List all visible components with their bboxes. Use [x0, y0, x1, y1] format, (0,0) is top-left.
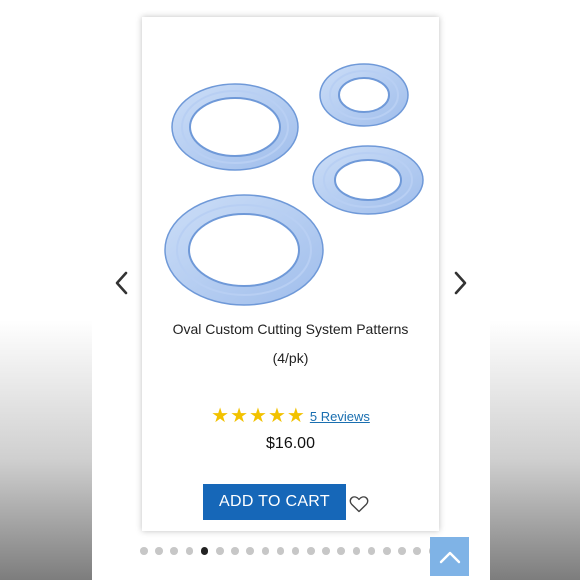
oval-pattern-large-bottom	[164, 194, 324, 306]
product-title-line1: Oval Custom Cutting System Patterns	[172, 321, 409, 337]
carousel-dot[interactable]	[307, 547, 315, 555]
heart-outline-icon[interactable]	[349, 495, 369, 513]
star-icon: ★	[286, 405, 305, 427]
oval-pattern-large-top	[171, 83, 299, 171]
product-title[interactable]: Oval Custom Cutting System Patterns (4/p…	[152, 315, 429, 373]
carousel-dot[interactable]	[170, 547, 178, 555]
chevron-right-icon	[454, 271, 467, 295]
carousel-prev-button[interactable]	[112, 271, 132, 295]
carousel-dot[interactable]	[276, 547, 285, 555]
star-icon: ★	[230, 405, 249, 427]
carousel-dot[interactable]	[246, 547, 254, 555]
right-background	[488, 0, 580, 580]
carousel-dot[interactable]	[352, 547, 361, 555]
product-image[interactable]	[150, 37, 431, 309]
add-to-cart-button[interactable]: ADD TO CART	[203, 484, 346, 520]
star-icon: ★	[211, 405, 230, 427]
carousel-pagination	[140, 546, 440, 556]
carousel-next-button[interactable]	[450, 271, 470, 295]
product-title-line2: (4/pk)	[272, 350, 309, 366]
product-card: Oval Custom Cutting System Patterns (4/p…	[142, 17, 439, 531]
carousel-dot[interactable]	[291, 547, 300, 555]
reviews-link[interactable]: 5 Reviews	[310, 409, 370, 424]
carousel-dot[interactable]	[261, 547, 270, 555]
chevron-up-icon	[439, 551, 460, 563]
star-icon: ★	[267, 405, 286, 427]
carousel-dot[interactable]	[398, 547, 406, 555]
carousel-dot[interactable]	[337, 547, 346, 555]
carousel-dot[interactable]	[200, 547, 209, 555]
carousel-dot[interactable]	[383, 547, 391, 555]
star-icon: ★	[249, 405, 267, 427]
carousel-dot[interactable]	[185, 547, 194, 555]
product-price: $16.00	[266, 435, 315, 452]
carousel-dot[interactable]	[322, 547, 330, 555]
oval-pattern-medium	[312, 145, 424, 215]
oval-pattern-small	[319, 63, 409, 127]
rating-row: ★ ★ ★ ★ ★ 5 Reviews	[142, 403, 439, 429]
chevron-left-icon	[115, 271, 128, 295]
carousel-dot[interactable]	[140, 547, 148, 555]
carousel-dot[interactable]	[231, 547, 239, 555]
carousel-dot[interactable]	[215, 547, 224, 555]
carousel-dot[interactable]	[155, 547, 163, 555]
star-rating: ★ ★ ★ ★ ★	[211, 406, 305, 426]
left-background	[0, 0, 92, 580]
carousel-dot[interactable]	[367, 547, 376, 555]
carousel-dot[interactable]	[413, 547, 421, 555]
back-to-top-button[interactable]	[430, 537, 469, 576]
